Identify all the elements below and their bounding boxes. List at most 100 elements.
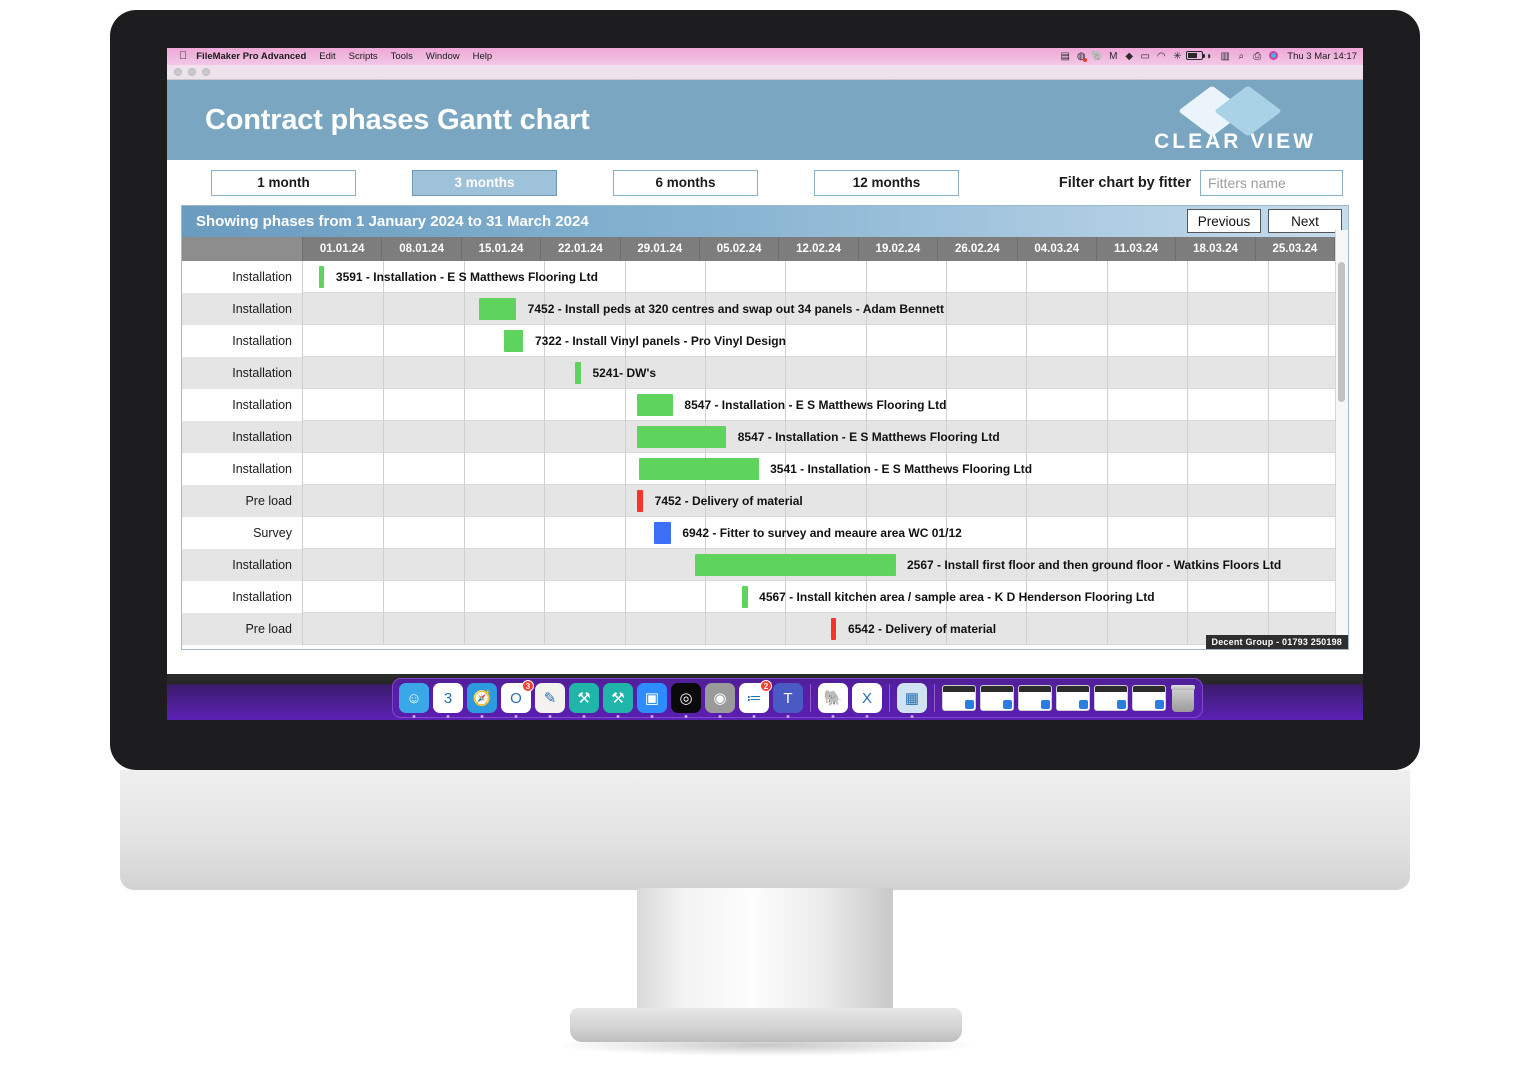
window-minimize-button[interactable] <box>188 68 196 76</box>
gantt-row[interactable]: Installation 7322 - Install Vinyl panels … <box>182 325 1348 357</box>
gantt-gridline <box>383 485 385 517</box>
gantt-row[interactable]: Installation 8547 - Installation - E S Ma… <box>182 421 1348 453</box>
notes-icon[interactable]: ✎ <box>535 683 565 718</box>
bluetooth-icon[interactable]: ✳ <box>1170 51 1184 62</box>
dock-running-dot <box>582 715 586 718</box>
dock-minimized-window[interactable] <box>1094 685 1128 711</box>
outlook-icon[interactable]: O3 <box>501 680 534 718</box>
calendar-icon[interactable]: 3 <box>433 683 463 718</box>
menu-clock[interactable]: Thu 3 Mar 14:17 <box>1287 51 1357 62</box>
previous-button[interactable]: Previous <box>1187 209 1261 233</box>
gantt-gridline <box>1267 453 1269 485</box>
gantt-bar[interactable] <box>637 490 644 512</box>
search-icon[interactable]: ⌕ <box>1234 51 1248 62</box>
screen-icon[interactable]: ▭ <box>1138 51 1152 62</box>
gantt-gridline <box>544 453 546 485</box>
gantt-bar[interactable] <box>503 330 524 352</box>
gantt-gridline <box>704 581 706 613</box>
gantt-gridline <box>1267 389 1269 421</box>
gantt-scrollbar-track[interactable] <box>1335 230 1348 649</box>
apple-menu-icon[interactable]:  <box>179 51 187 62</box>
gantt-bar[interactable] <box>639 458 759 480</box>
citrix-icon[interactable]: ◎ <box>671 683 701 718</box>
keyboard-icon[interactable]: ▥ <box>1218 51 1232 62</box>
menu-item-tools[interactable]: Tools <box>391 51 413 62</box>
gantt-date-column-header: 04.03.24 <box>1017 237 1097 261</box>
excel-icon[interactable]: X <box>852 683 882 718</box>
gantt-row-phase: Installation <box>182 421 303 453</box>
gantt-bar[interactable] <box>830 618 837 640</box>
filemaker-advanced-icon[interactable]: ⚒ <box>603 683 633 718</box>
next-button[interactable]: Next <box>1268 209 1342 233</box>
airplay-icon[interactable]: ⎙ <box>1250 51 1264 62</box>
wifi-icon[interactable]: ◗ <box>1202 51 1216 62</box>
gantt-row-separator <box>303 644 1348 645</box>
gantt-bar[interactable] <box>318 266 325 288</box>
gantt-scrollbar-thumb[interactable] <box>1338 262 1345 402</box>
gantt-row-track: 3541 - Installation - E S Matthews Floor… <box>303 453 1348 485</box>
dock-minimized-window[interactable] <box>1018 685 1052 711</box>
gantt-row[interactable]: Installation 4567 - Install kitchen area … <box>182 581 1348 613</box>
range-button-12-months[interactable]: 12 months <box>814 169 959 196</box>
mailbutler-icon[interactable]: M <box>1106 51 1120 62</box>
safari-icon[interactable]: 🧭 <box>467 683 497 718</box>
finder-icon[interactable]: ☺ <box>399 683 429 718</box>
gantt-row[interactable]: Installation 3591 - Installation - E S Ma… <box>182 261 1348 293</box>
window-zoom-button[interactable] <box>202 68 210 76</box>
gantt-bar[interactable] <box>637 394 673 416</box>
gantt-row[interactable]: Installation 3541 - Installation - E S Ma… <box>182 453 1348 485</box>
gantt-bar[interactable] <box>574 362 581 384</box>
siri-icon[interactable] <box>1266 50 1280 63</box>
dock-minimized-window[interactable] <box>1056 685 1090 711</box>
evernote-icon[interactable]: 🐘 <box>818 683 848 718</box>
evernote-icon[interactable]: 🐘 <box>1090 51 1104 62</box>
filemaker-icon[interactable]: ⚒ <box>569 683 599 718</box>
backup-icon[interactable]: ◠ <box>1154 51 1168 62</box>
menu-item-window[interactable]: Window <box>426 51 460 62</box>
menu-item-edit[interactable]: Edit <box>319 51 335 62</box>
range-button-6-months[interactable]: 6 months <box>613 169 758 196</box>
gantt-row[interactable]: Installation 5241- DW's <box>182 357 1348 389</box>
gantt-row[interactable]: Survey 6942 - Fitter to survey and meaure… <box>182 517 1348 549</box>
gantt-nav-group: Previous Next <box>1187 209 1342 233</box>
teams-icon[interactable]: T <box>773 683 803 718</box>
gantt-gridline <box>463 453 465 485</box>
gantt-gridline <box>1267 293 1269 325</box>
range-button-3-months[interactable]: 3 months <box>412 169 557 196</box>
dropbox-icon[interactable]: ◆ <box>1122 51 1136 62</box>
gantt-row[interactable]: Installation 2567 - Install first floor a… <box>182 549 1348 581</box>
gantt-range-title: Showing phases from 1 January 2024 to 31… <box>196 213 589 230</box>
range-button-1-month[interactable]: 1 month <box>211 169 356 196</box>
gantt-row[interactable]: Installation 8547 - Installation - E S Ma… <box>182 389 1348 421</box>
battery-icon[interactable] <box>1186 50 1206 63</box>
dock-minimized-window[interactable] <box>980 685 1014 711</box>
gantt-gridline <box>704 261 706 293</box>
fitter-filter-input[interactable] <box>1200 169 1343 196</box>
photos-icon[interactable]: ▦ <box>897 683 927 718</box>
time-machine-icon[interactable]: ◍ <box>1074 51 1088 62</box>
dock-minimized-window[interactable] <box>1132 685 1166 711</box>
gantt-bar[interactable] <box>694 554 896 576</box>
gantt-gridline <box>544 549 546 581</box>
gantt-bar[interactable] <box>654 522 671 544</box>
menu-item-scripts[interactable]: Scripts <box>349 51 378 62</box>
cleanmymac-icon[interactable]: ◉ <box>705 683 735 718</box>
gantt-gridline <box>1026 485 1028 517</box>
gantt-row-track: 7452 - Delivery of material <box>303 485 1348 517</box>
display-icon[interactable]: ▤ <box>1058 51 1072 62</box>
zoom-icon[interactable]: ▣ <box>637 683 667 718</box>
gantt-bar[interactable] <box>637 426 727 448</box>
gantt-bar[interactable] <box>741 586 748 608</box>
gantt-row[interactable]: Pre load 6542 - Delivery of material <box>182 613 1348 645</box>
gantt-row[interactable]: Pre load 7452 - Delivery of material <box>182 485 1348 517</box>
gantt-row[interactable]: Installation 7452 - Install peds at 320 c… <box>182 293 1348 325</box>
menu-app-name[interactable]: FileMaker Pro Advanced <box>196 51 306 62</box>
gantt-bar[interactable] <box>478 298 517 320</box>
reminders-icon[interactable]: ≔ 2 <box>739 680 772 718</box>
window-close-button[interactable] <box>174 68 182 76</box>
trash-icon[interactable] <box>1170 684 1196 712</box>
menu-item-help[interactable]: Help <box>473 51 493 62</box>
dock-minimized-window[interactable] <box>942 685 976 711</box>
dock-running-dot <box>752 715 756 718</box>
gantt-bar-label: 7322 - Install Vinyl panels - Pro Vinyl … <box>534 334 786 348</box>
